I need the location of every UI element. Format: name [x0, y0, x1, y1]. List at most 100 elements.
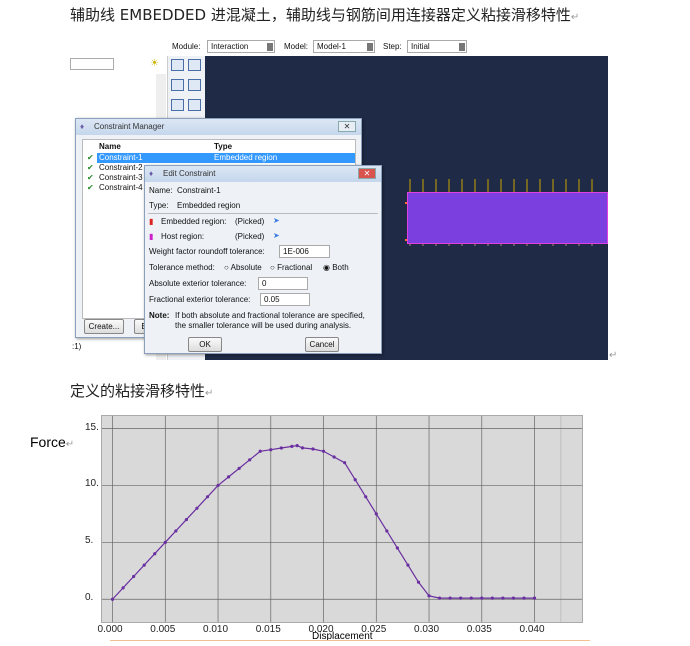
edit-constraint-dialog: ♦ Edit Constraint ✕ Name: Constraint-1 Typ… — [144, 165, 382, 354]
abaqus-icon: ♦ — [80, 122, 85, 131]
data-point — [490, 596, 494, 600]
data-point — [300, 446, 305, 450]
data-point — [385, 529, 389, 533]
data-point — [343, 461, 347, 465]
note-text: If both absolute and fractional toleranc… — [175, 311, 365, 320]
radio-label: Fractional — [277, 263, 313, 272]
data-point — [290, 444, 294, 448]
data-point — [184, 517, 188, 522]
embedded-region-label: Embedded region: — [161, 217, 227, 226]
step-select[interactable]: Initial — [407, 40, 467, 53]
note-label: Note: — [149, 311, 170, 320]
model-select[interactable]: Model-1 — [313, 40, 375, 53]
data-point — [121, 586, 125, 590]
data-point — [501, 596, 505, 600]
x-tick-label: 0.000 — [97, 624, 123, 635]
radio-fractional[interactable]: ○ Fractional — [270, 263, 312, 272]
name-value: Constraint-1 — [177, 186, 221, 195]
row-name: Constraint-3 — [99, 173, 143, 182]
data-point — [459, 596, 463, 600]
data-point — [248, 458, 252, 462]
data-point — [364, 495, 368, 499]
data-point — [469, 596, 473, 600]
y-tick-label: 15. — [85, 421, 99, 433]
data-point — [395, 546, 399, 550]
create-connector-icon[interactable] — [171, 99, 184, 111]
x-tick-label: 0.005 — [150, 624, 176, 635]
force-label: Force↵ — [30, 434, 75, 450]
dialog-title: Edit Constraint — [163, 169, 216, 178]
constraint-manager-icon[interactable] — [188, 79, 201, 91]
method-label: Tolerance method: — [149, 263, 215, 272]
data-point — [142, 563, 146, 567]
y-tick-label: 5. — [85, 535, 94, 547]
data-point — [480, 596, 484, 600]
data-point — [311, 447, 315, 451]
step-label: Step: — [383, 42, 402, 51]
data-point — [532, 596, 537, 600]
check-icon: ✔ — [87, 153, 94, 162]
dialog-title: Constraint Manager — [94, 122, 165, 131]
x-tick-label: 0.035 — [466, 624, 492, 635]
create-button[interactable]: Create... — [84, 319, 124, 334]
data-point — [522, 596, 526, 600]
select-cursor-icon[interactable]: ➤ — [273, 231, 280, 240]
model-label: Model: — [284, 42, 309, 51]
x-tick-label: 0.015 — [255, 624, 281, 635]
create-constraint-icon[interactable] — [171, 79, 184, 91]
data-point — [205, 495, 210, 499]
cancel-button[interactable]: Cancel — [305, 337, 339, 352]
embedded-region-value: (Picked) — [235, 217, 265, 226]
tree-text-fragment: :1) — [72, 342, 82, 351]
data-point — [406, 563, 410, 567]
weight-field[interactable]: 1E-006 — [279, 245, 330, 258]
subheading: 定义的粘接滑移特性↵ — [70, 382, 214, 400]
connector-manager-icon[interactable] — [188, 99, 201, 111]
context-toolbar: Module: Interaction Model: Model-1 Step:… — [70, 38, 608, 56]
abaqus-screenshot: Module: Interaction Model: Model-1 Step:… — [70, 38, 608, 360]
select-cursor-icon[interactable]: ➤ — [273, 216, 280, 225]
row-name: Constraint-1 — [99, 153, 143, 162]
data-point — [195, 506, 199, 510]
interaction-manager-icon[interactable] — [188, 59, 201, 71]
type-label: Type: — [149, 201, 169, 210]
type-value: Embedded region — [177, 201, 241, 210]
check-icon: ✔ — [87, 183, 94, 192]
data-point — [226, 475, 231, 479]
constraint-row[interactable]: ✔ Constraint-1 Embedded region — [83, 153, 355, 163]
close-button[interactable]: ✕ — [358, 168, 376, 179]
lightbulb-icon[interactable]: ☀ — [150, 58, 159, 69]
data-point — [174, 529, 178, 533]
note-text: the smaller tolerance will be used durin… — [175, 321, 352, 330]
beam-region — [407, 192, 608, 244]
x-tick-label: 0.030 — [414, 624, 440, 635]
radio-both[interactable]: ◉ Both — [323, 263, 349, 272]
module-select[interactable]: Interaction — [207, 40, 275, 53]
host-region-value: (Picked) — [235, 232, 265, 241]
create-interaction-icon[interactable] — [171, 59, 184, 71]
data-point — [132, 574, 136, 579]
data-point — [321, 449, 326, 453]
weight-label: Weight factor roundoff tolerance: — [149, 247, 265, 256]
x-tick-label: 0.040 — [519, 624, 545, 635]
module-label: Module: — [172, 42, 201, 51]
check-icon: ✔ — [87, 163, 94, 172]
abs-tolerance-field[interactable]: 0 — [258, 277, 308, 290]
radio-absolute[interactable]: ○ Absolute — [224, 263, 262, 272]
data-point — [416, 580, 421, 584]
data-point — [258, 449, 262, 453]
abaqus-icon: ♦ — [149, 169, 154, 178]
row-name: Constraint-4 — [99, 183, 143, 192]
column-header-type: Type — [214, 142, 233, 151]
host-region-icon: ▮ — [149, 232, 154, 241]
data-point — [237, 466, 241, 470]
frac-tolerance-field[interactable]: 0.05 — [260, 293, 310, 306]
data-point — [269, 448, 273, 452]
column-header-name: Name — [99, 142, 121, 151]
data-point — [511, 596, 516, 600]
data-point — [437, 596, 442, 600]
close-button[interactable]: ✕ — [338, 121, 356, 132]
ok-button[interactable]: OK — [188, 337, 222, 352]
row-name: Constraint-2 — [99, 163, 143, 172]
tree-filter-select[interactable] — [70, 58, 114, 70]
